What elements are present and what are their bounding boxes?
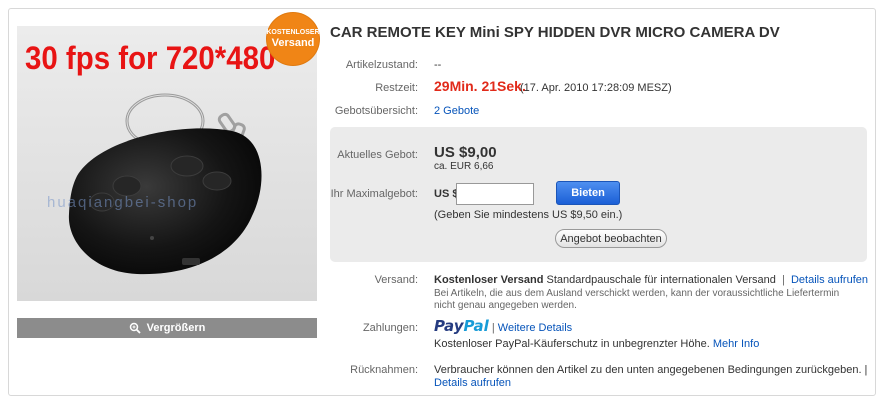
- max-bid-label: Ihr Maximalgebot:: [330, 188, 418, 200]
- bid-history-link[interactable]: 2 Gebote: [434, 105, 479, 117]
- time-left-label: Restzeit:: [375, 82, 418, 94]
- returns-details-link[interactable]: Details aufrufen: [434, 377, 511, 389]
- bid-history-label: Gebotsübersicht:: [334, 105, 418, 117]
- paypal-logo: PayPal: [434, 317, 489, 335]
- place-bid-button[interactable]: Bieten: [556, 181, 620, 205]
- shipping-method: Standardpauschale für internationalen Ve…: [546, 274, 776, 286]
- payment-details-link[interactable]: Weitere Details: [498, 322, 572, 334]
- returns-label: Rücknahmen:: [350, 364, 418, 376]
- shipping-label: Versand:: [374, 274, 418, 286]
- listing-title: CAR REMOTE KEY Mini SPY HIDDEN DVR MICRO…: [330, 24, 780, 41]
- image-watermark: huaqiangbei-shop: [47, 194, 199, 211]
- badge-bottom-text: Versand: [271, 37, 315, 49]
- enlarge-label: Vergrößern: [146, 322, 206, 334]
- more-info-link[interactable]: Mehr Info: [713, 338, 759, 350]
- watch-item-button[interactable]: Angebot beobachten: [555, 229, 667, 248]
- shipping-separator: |: [781, 274, 785, 286]
- shipping-line: Kostenloser Versand Standardpauschale fü…: [434, 274, 868, 286]
- min-bid-hint: (Geben Sie mindestens US $9,50 ein.): [434, 209, 623, 221]
- max-bid-input[interactable]: [456, 183, 534, 205]
- shipping-note-line1: Bei Artikeln, die aus dem Ausland versch…: [434, 288, 840, 299]
- payment-line: PayPal | Weitere Details: [434, 317, 572, 335]
- buyer-protection-line: Kostenloser PayPal-Käuferschutz in unbeg…: [434, 338, 759, 350]
- promo-text: 30 fps for 720*480: [25, 40, 276, 76]
- currency-prefix: US $: [434, 188, 459, 200]
- approx-price: ca. EUR 6,66: [434, 161, 494, 172]
- badge-top-text: KOSTENLOSER: [266, 29, 320, 36]
- current-bid-price: US $9,00: [434, 144, 497, 161]
- current-bid-label: Aktuelles Gebot:: [337, 149, 418, 161]
- time-left-value: 29Min. 21Sek.: [434, 78, 526, 94]
- payment-separator: |: [491, 322, 495, 334]
- condition-value: --: [434, 59, 442, 71]
- buyer-protection-text: Kostenloser PayPal-Käuferschutz in unbeg…: [434, 338, 710, 350]
- free-shipping-badge: KOSTENLOSER Versand: [266, 13, 320, 65]
- condition-label: Artikelzustand:: [345, 59, 418, 71]
- payment-label: Zahlungen:: [362, 322, 418, 334]
- enlarge-image-button[interactable]: Vergrößern: [17, 318, 317, 338]
- returns-text: Verbraucher können den Artikel zu den un…: [434, 364, 868, 376]
- magnifier-icon: [129, 322, 141, 334]
- end-time: (17. Apr. 2010 17:28:09 MESZ): [520, 82, 672, 94]
- shipping-free-text: Kostenloser Versand: [434, 274, 544, 286]
- product-image[interactable]: 30 fps for 720*480 huaqiangbei-shop: [17, 26, 317, 301]
- shipping-details-link[interactable]: Details aufrufen: [791, 274, 868, 286]
- shipping-note-line2: nicht genau angegeben werden.: [434, 300, 577, 311]
